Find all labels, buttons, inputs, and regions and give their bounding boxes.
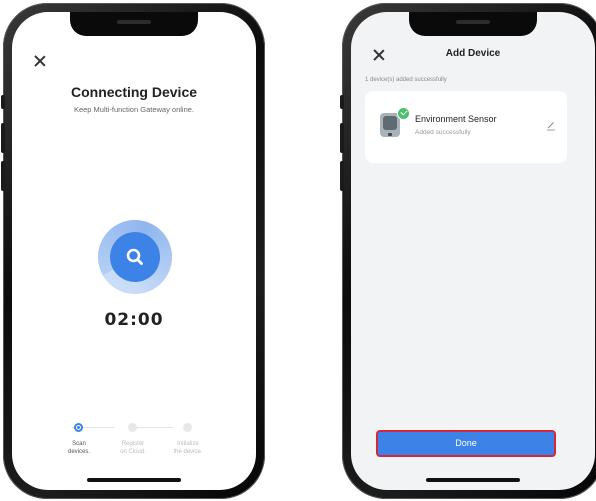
step-register-label: Register on Cloud. [120, 441, 146, 455]
scan-progress-ring [98, 220, 172, 294]
side-button [340, 95, 344, 109]
side-button [340, 123, 344, 153]
device-status: Added successfully [415, 129, 471, 136]
step-initialize-indicator [183, 423, 192, 432]
page-title: Connecting Device [70, 84, 198, 100]
side-button [1, 95, 5, 109]
progress-steps: Scan devices. Register on Cloud. Initial… [58, 423, 208, 463]
device-card[interactable]: Environment Sensor Added successfully [365, 91, 567, 163]
phone-left: Connecting Device Keep Multi-function Ga… [1, 3, 265, 499]
connecting-screen: Connecting Device Keep Multi-function Ga… [12, 12, 256, 490]
step-scan-label: Scan devices. [67, 441, 90, 455]
done-button[interactable]: Done [376, 430, 556, 457]
step-register-indicator [128, 423, 137, 432]
page-title: Add Device [445, 48, 501, 59]
side-button [340, 161, 344, 191]
search-icon [126, 248, 143, 265]
add-device-screen: Add Device 1 device(s) added successfull… [351, 12, 595, 490]
home-indicator [87, 478, 181, 482]
scan-button [110, 232, 160, 282]
device-name: Environment Sensor [415, 114, 497, 124]
side-button [1, 161, 5, 191]
added-count-text: 1 device(s) added successfully [365, 77, 447, 83]
home-indicator [426, 478, 520, 482]
side-button [1, 123, 5, 153]
edit-icon[interactable] [546, 121, 556, 131]
notch [70, 12, 198, 36]
check-icon [397, 107, 410, 120]
notch [409, 12, 537, 36]
countdown-timer: 02:00 [104, 310, 164, 330]
step-initialize-label: Initialize the device. [173, 441, 203, 455]
page-subtitle: Keep Multi-function Gateway online. [73, 105, 195, 114]
close-icon[interactable] [33, 54, 47, 68]
step-scan-indicator [74, 423, 83, 432]
phone-right: Add Device 1 device(s) added successfull… [340, 3, 596, 499]
